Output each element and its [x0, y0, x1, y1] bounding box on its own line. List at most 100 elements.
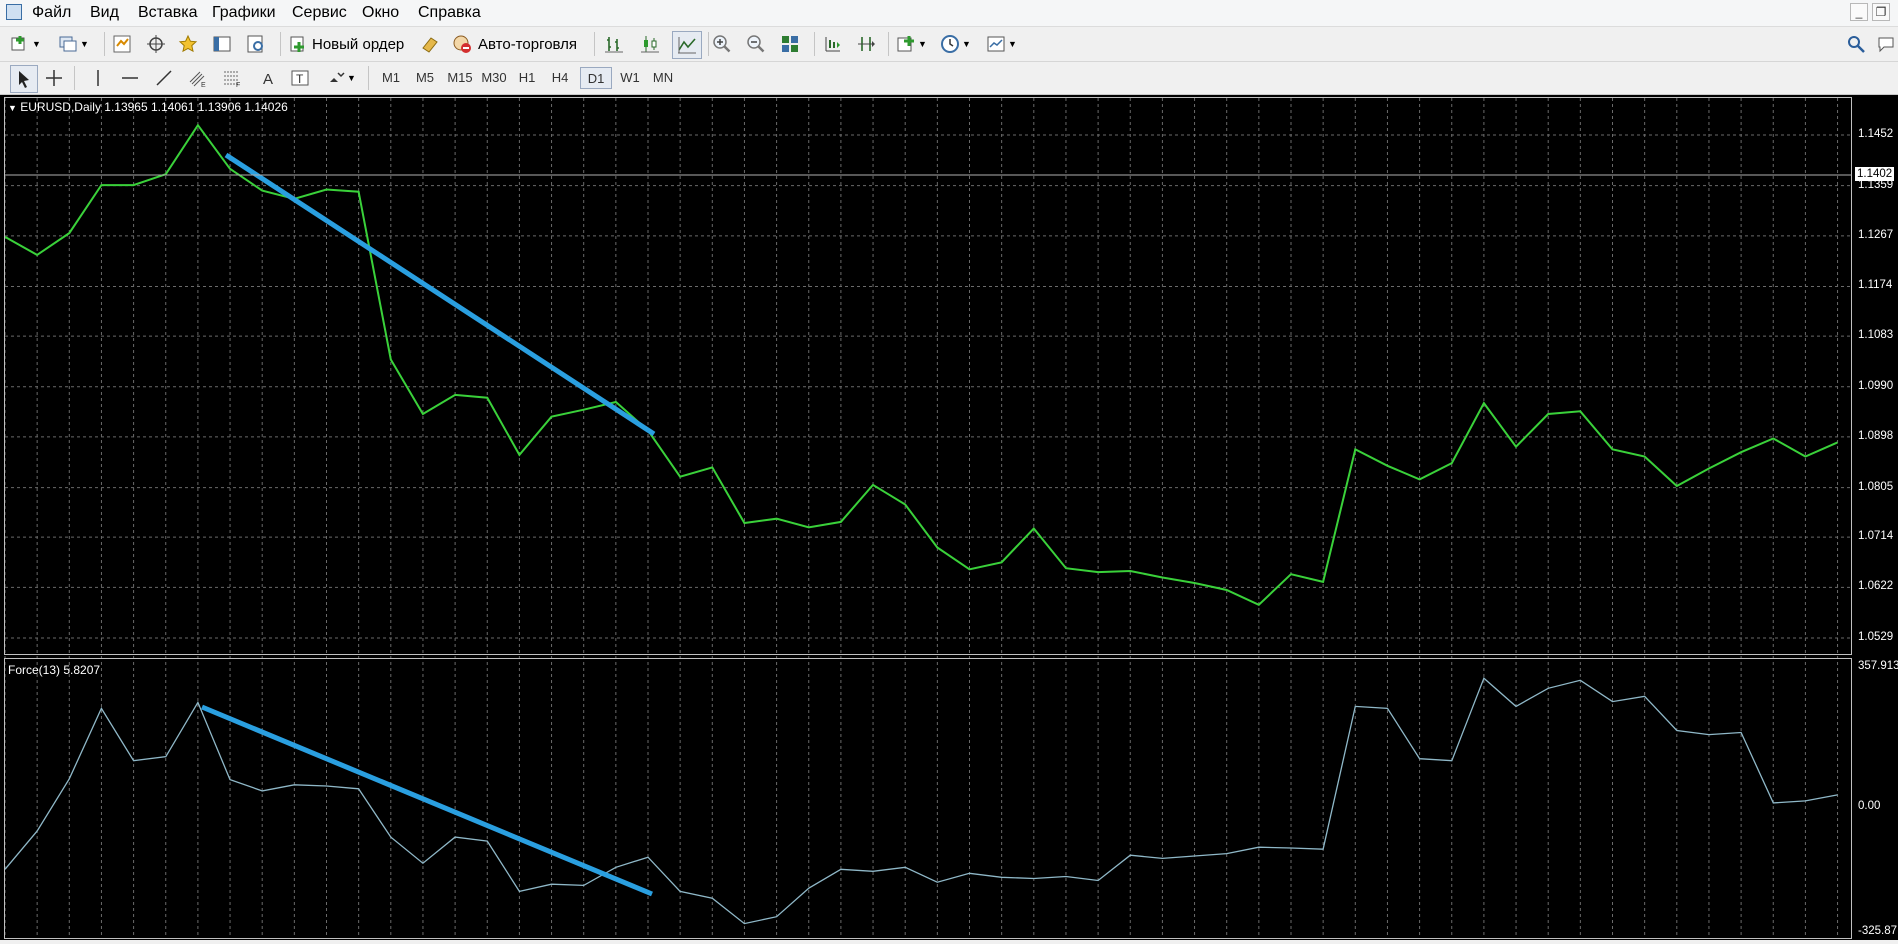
zoom-in-button[interactable]: [712, 31, 732, 57]
star-folder-icon: [178, 34, 198, 53]
timeframe-h1[interactable]: H1: [514, 67, 540, 89]
indicators-icon: [897, 36, 914, 52]
trendline-button[interactable]: [154, 65, 174, 91]
search-button[interactable]: [1846, 31, 1866, 57]
chart-shift-icon: [825, 37, 840, 52]
strategy-tester-button[interactable]: [246, 31, 266, 57]
menu-charts[interactable]: Графики: [212, 4, 276, 22]
price-tick-label: 1.1267: [1858, 228, 1894, 241]
current-price-tag: 1.1402: [1855, 167, 1895, 181]
svg-text:F: F: [236, 82, 240, 88]
line-chart-button[interactable]: [672, 31, 702, 59]
bar-chart-icon: [605, 37, 623, 53]
price-tick-label: 1.1174: [1858, 279, 1893, 292]
price-tick-label: 1.0714: [1858, 530, 1894, 543]
bar-chart-button[interactable]: [604, 31, 624, 57]
chart-canvas[interactable]: [0, 95, 1898, 940]
standard-toolbar: ▼ ▼ Новый ордер Авто-торговля ▼ ▼ ▼: [0, 27, 1898, 62]
new-order-button[interactable]: Новый ордер: [288, 31, 404, 57]
timeframe-m30[interactable]: M30: [478, 67, 510, 89]
menu-view[interactable]: Вид: [90, 4, 119, 22]
trendline-icon: [156, 70, 172, 86]
metaeditor-button[interactable]: [420, 31, 440, 57]
zoom-out-button[interactable]: [746, 31, 766, 57]
zoom-out-icon: [747, 35, 765, 53]
text-icon: A: [263, 71, 273, 88]
chart-window[interactable]: ▼ EURUSD,Daily 1.13965 1.14061 1.13906 1…: [0, 95, 1898, 940]
main-chart-header: ▼ EURUSD,Daily 1.13965 1.14061 1.13906 1…: [8, 100, 288, 114]
restore-icon[interactable]: ❐: [1872, 3, 1890, 21]
profiles-button[interactable]: ▼: [58, 31, 89, 57]
chat-button[interactable]: [1876, 31, 1896, 57]
autotrade-button[interactable]: Авто-торговля: [452, 31, 577, 57]
chart-shift-button[interactable]: [822, 31, 842, 57]
price-tick-label: 1.1452: [1858, 128, 1894, 140]
horizontal-line-button[interactable]: [120, 65, 140, 91]
vertical-line-button[interactable]: [88, 65, 108, 91]
timeframe-m15[interactable]: M15: [444, 67, 476, 89]
fibonacci-icon: F: [224, 71, 240, 88]
timeframe-w1[interactable]: W1: [616, 67, 644, 89]
autoscroll-icon: [858, 37, 875, 51]
arrows-button[interactable]: ▼: [326, 65, 356, 91]
line-studies-toolbar: E F A T ▼ M1 M5 M15 M30 H1 H4 D1 W1 MN: [0, 62, 1898, 95]
navigator-button[interactable]: [178, 31, 198, 57]
data-window-button[interactable]: [146, 31, 166, 57]
candlestick-icon: [641, 36, 659, 53]
indicator-header: Force(13) 5.8207: [8, 663, 101, 677]
menu-insert[interactable]: Вставка: [138, 4, 197, 22]
cursor-button[interactable]: [10, 65, 38, 93]
price-tick-label: 1.1083: [1858, 329, 1894, 342]
force-tick-label: 357.913: [1858, 660, 1898, 672]
new-order-icon: [290, 36, 304, 52]
vertical-line-icon: [97, 70, 99, 86]
menu-tools[interactable]: Сервис: [292, 4, 347, 22]
terminal-icon: [213, 36, 231, 52]
crosshair-tool-button[interactable]: [44, 65, 64, 91]
price-tick-label: 1.0898: [1858, 429, 1894, 442]
periods-button[interactable]: ▼: [940, 31, 971, 57]
timeframe-m5[interactable]: M5: [412, 67, 438, 89]
autotrade-icon: [453, 35, 471, 53]
new-order-label: Новый ордер: [312, 35, 405, 53]
text-label-button[interactable]: T: [290, 65, 310, 91]
price-tick-label: 1.0529: [1858, 631, 1894, 643]
menu-help[interactable]: Справка: [418, 4, 481, 22]
channel-icon: E: [189, 71, 206, 88]
text-tool-button[interactable]: A: [258, 65, 278, 91]
zoom-in-icon: [713, 35, 731, 53]
force-tick-label: 0.00: [1858, 799, 1881, 812]
timeframe-d1[interactable]: D1: [580, 67, 612, 89]
price-tick-label: 1.0622: [1858, 580, 1894, 593]
clock-icon: [941, 35, 959, 53]
candlestick-button[interactable]: [640, 31, 660, 57]
symbol-info: EURUSD,Daily 1.13965 1.14061 1.13906 1.1…: [20, 100, 288, 114]
menu-window[interactable]: Окно: [362, 4, 399, 22]
crosshair-icon: [147, 35, 165, 53]
text-label-icon: T: [291, 70, 309, 86]
timeframe-h4[interactable]: H4: [547, 67, 573, 89]
profiles-icon: [59, 36, 77, 52]
timeframe-m1[interactable]: M1: [378, 67, 404, 89]
menu-file[interactable]: Файл: [32, 4, 71, 22]
collapse-arrow-icon[interactable]: ▼: [8, 103, 17, 113]
fibonacci-button[interactable]: F: [222, 65, 242, 91]
menu-bar: Файл Вид Вставка Графики Сервис Окно Спр…: [0, 0, 1898, 27]
search-icon: [1848, 36, 1865, 53]
svg-text:E: E: [201, 82, 206, 88]
timeframe-mn[interactable]: MN: [648, 67, 678, 89]
equidistant-channel-button[interactable]: E: [188, 65, 208, 91]
line-chart-icon: [678, 37, 696, 54]
tile-windows-button[interactable]: [780, 31, 800, 57]
indicators-button[interactable]: ▼: [896, 31, 927, 57]
crosshair-tool-icon: [46, 70, 62, 86]
terminal-button[interactable]: [212, 31, 232, 57]
market-watch-button[interactable]: [112, 31, 132, 57]
minimize-icon[interactable]: _: [1850, 3, 1868, 21]
autotrade-label: Авто-торговля: [478, 35, 578, 53]
autoscroll-button[interactable]: [856, 31, 876, 57]
new-chart-button[interactable]: ▼: [10, 31, 41, 57]
price-tick-label: 1.0990: [1858, 379, 1894, 392]
template-icon: [987, 36, 1005, 52]
templates-button[interactable]: ▼: [986, 31, 1017, 57]
